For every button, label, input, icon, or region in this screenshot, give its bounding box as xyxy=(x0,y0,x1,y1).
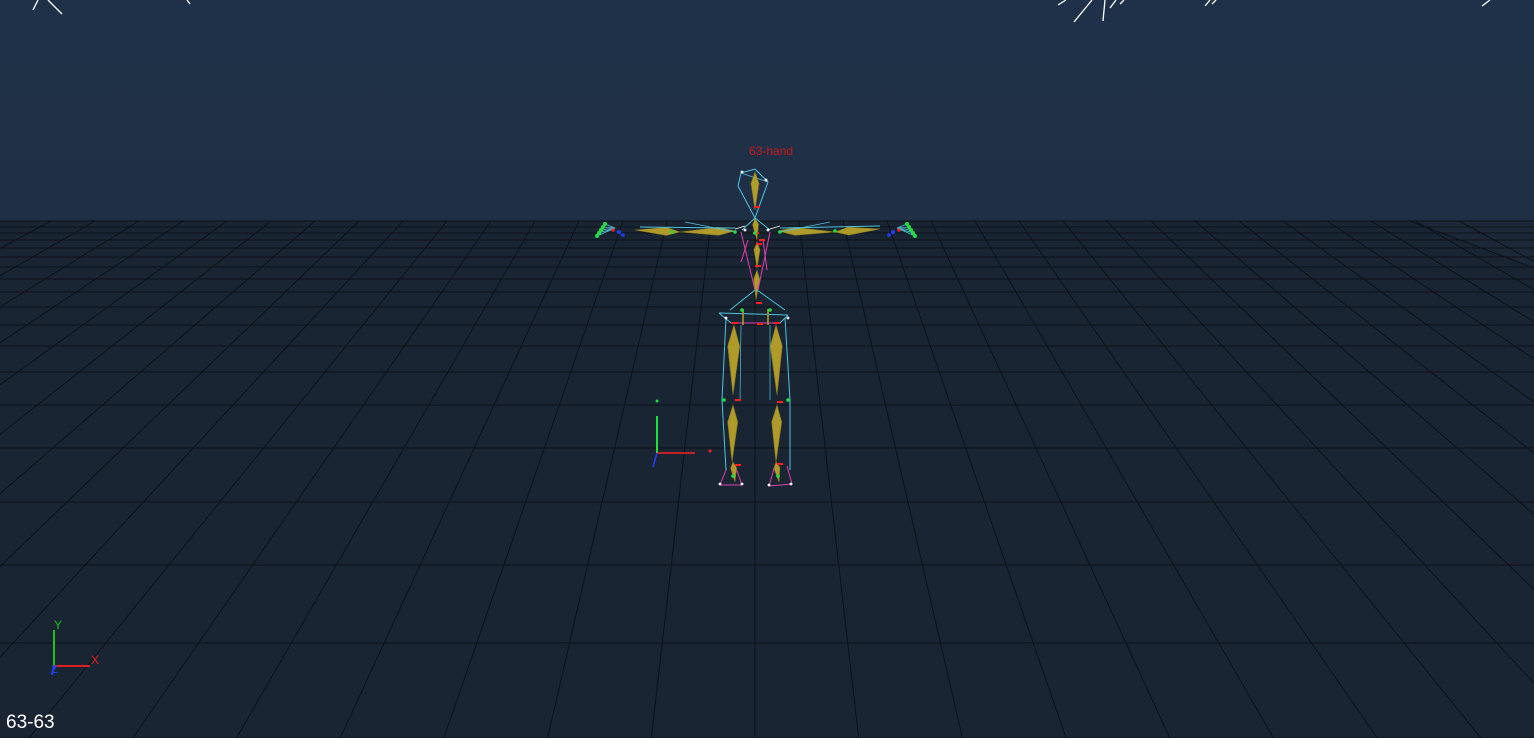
joint xyxy=(621,233,625,237)
joint xyxy=(740,308,744,312)
edge-line xyxy=(1119,0,1125,5)
joint xyxy=(611,228,615,232)
floor-plane xyxy=(0,221,1534,738)
joint xyxy=(753,231,757,235)
joint xyxy=(766,228,770,232)
joint-marker xyxy=(735,464,741,466)
joint xyxy=(617,230,621,234)
edge-line xyxy=(1073,0,1093,23)
joint xyxy=(595,234,599,238)
edge-line xyxy=(1211,0,1217,5)
joint xyxy=(768,308,772,312)
joint-marker xyxy=(735,399,741,401)
joint xyxy=(891,230,895,234)
3d-viewport[interactable]: 63-hand Y X Z 63-63 xyxy=(0,0,1534,738)
edge-line xyxy=(1109,0,1117,9)
joint xyxy=(743,228,747,232)
edge-line xyxy=(1204,0,1211,7)
joint-marker xyxy=(732,322,738,324)
joint-marker xyxy=(774,322,780,324)
joint xyxy=(724,316,728,320)
edge-line xyxy=(1481,0,1491,7)
joint xyxy=(913,234,917,238)
top-edge-artifacts xyxy=(32,0,1491,23)
edge-line xyxy=(32,0,39,11)
joint xyxy=(789,482,793,486)
joint xyxy=(833,229,837,233)
joint xyxy=(778,230,782,234)
edge-line xyxy=(186,0,191,5)
joint xyxy=(733,230,737,234)
joint xyxy=(786,398,790,402)
joint xyxy=(718,482,722,486)
edge-line xyxy=(1102,0,1106,22)
edge-line xyxy=(1057,0,1067,6)
joint xyxy=(897,228,901,232)
joint xyxy=(776,474,780,478)
joint xyxy=(740,170,744,174)
floor-grid xyxy=(0,220,1534,738)
character-name-label: 63-hand xyxy=(749,144,794,158)
joint-marker xyxy=(757,323,763,325)
joint-marker xyxy=(756,302,762,304)
scene-canvas[interactable] xyxy=(0,0,1534,738)
bone xyxy=(750,171,760,211)
frame-readout: 63-63 xyxy=(6,712,55,733)
edge-line xyxy=(47,0,63,15)
joint xyxy=(767,483,771,487)
joint-marker xyxy=(756,243,762,245)
joint xyxy=(722,398,726,402)
joint xyxy=(731,474,735,478)
local-y-tip xyxy=(655,399,659,403)
local-x-tip xyxy=(708,449,712,453)
joint-marker xyxy=(754,206,760,208)
joint-marker xyxy=(755,265,761,267)
joint xyxy=(887,233,891,237)
joint xyxy=(764,178,768,182)
skeleton-line xyxy=(737,172,742,187)
joint-marker xyxy=(777,463,783,465)
joint-marker xyxy=(759,239,765,241)
joint xyxy=(670,230,674,234)
axis-y-label: Y xyxy=(54,618,63,632)
axis-x-label: X xyxy=(91,653,100,667)
joint-marker xyxy=(777,401,783,403)
joint xyxy=(740,482,744,486)
joint xyxy=(786,316,790,320)
axis-z-label: Z xyxy=(51,664,58,676)
